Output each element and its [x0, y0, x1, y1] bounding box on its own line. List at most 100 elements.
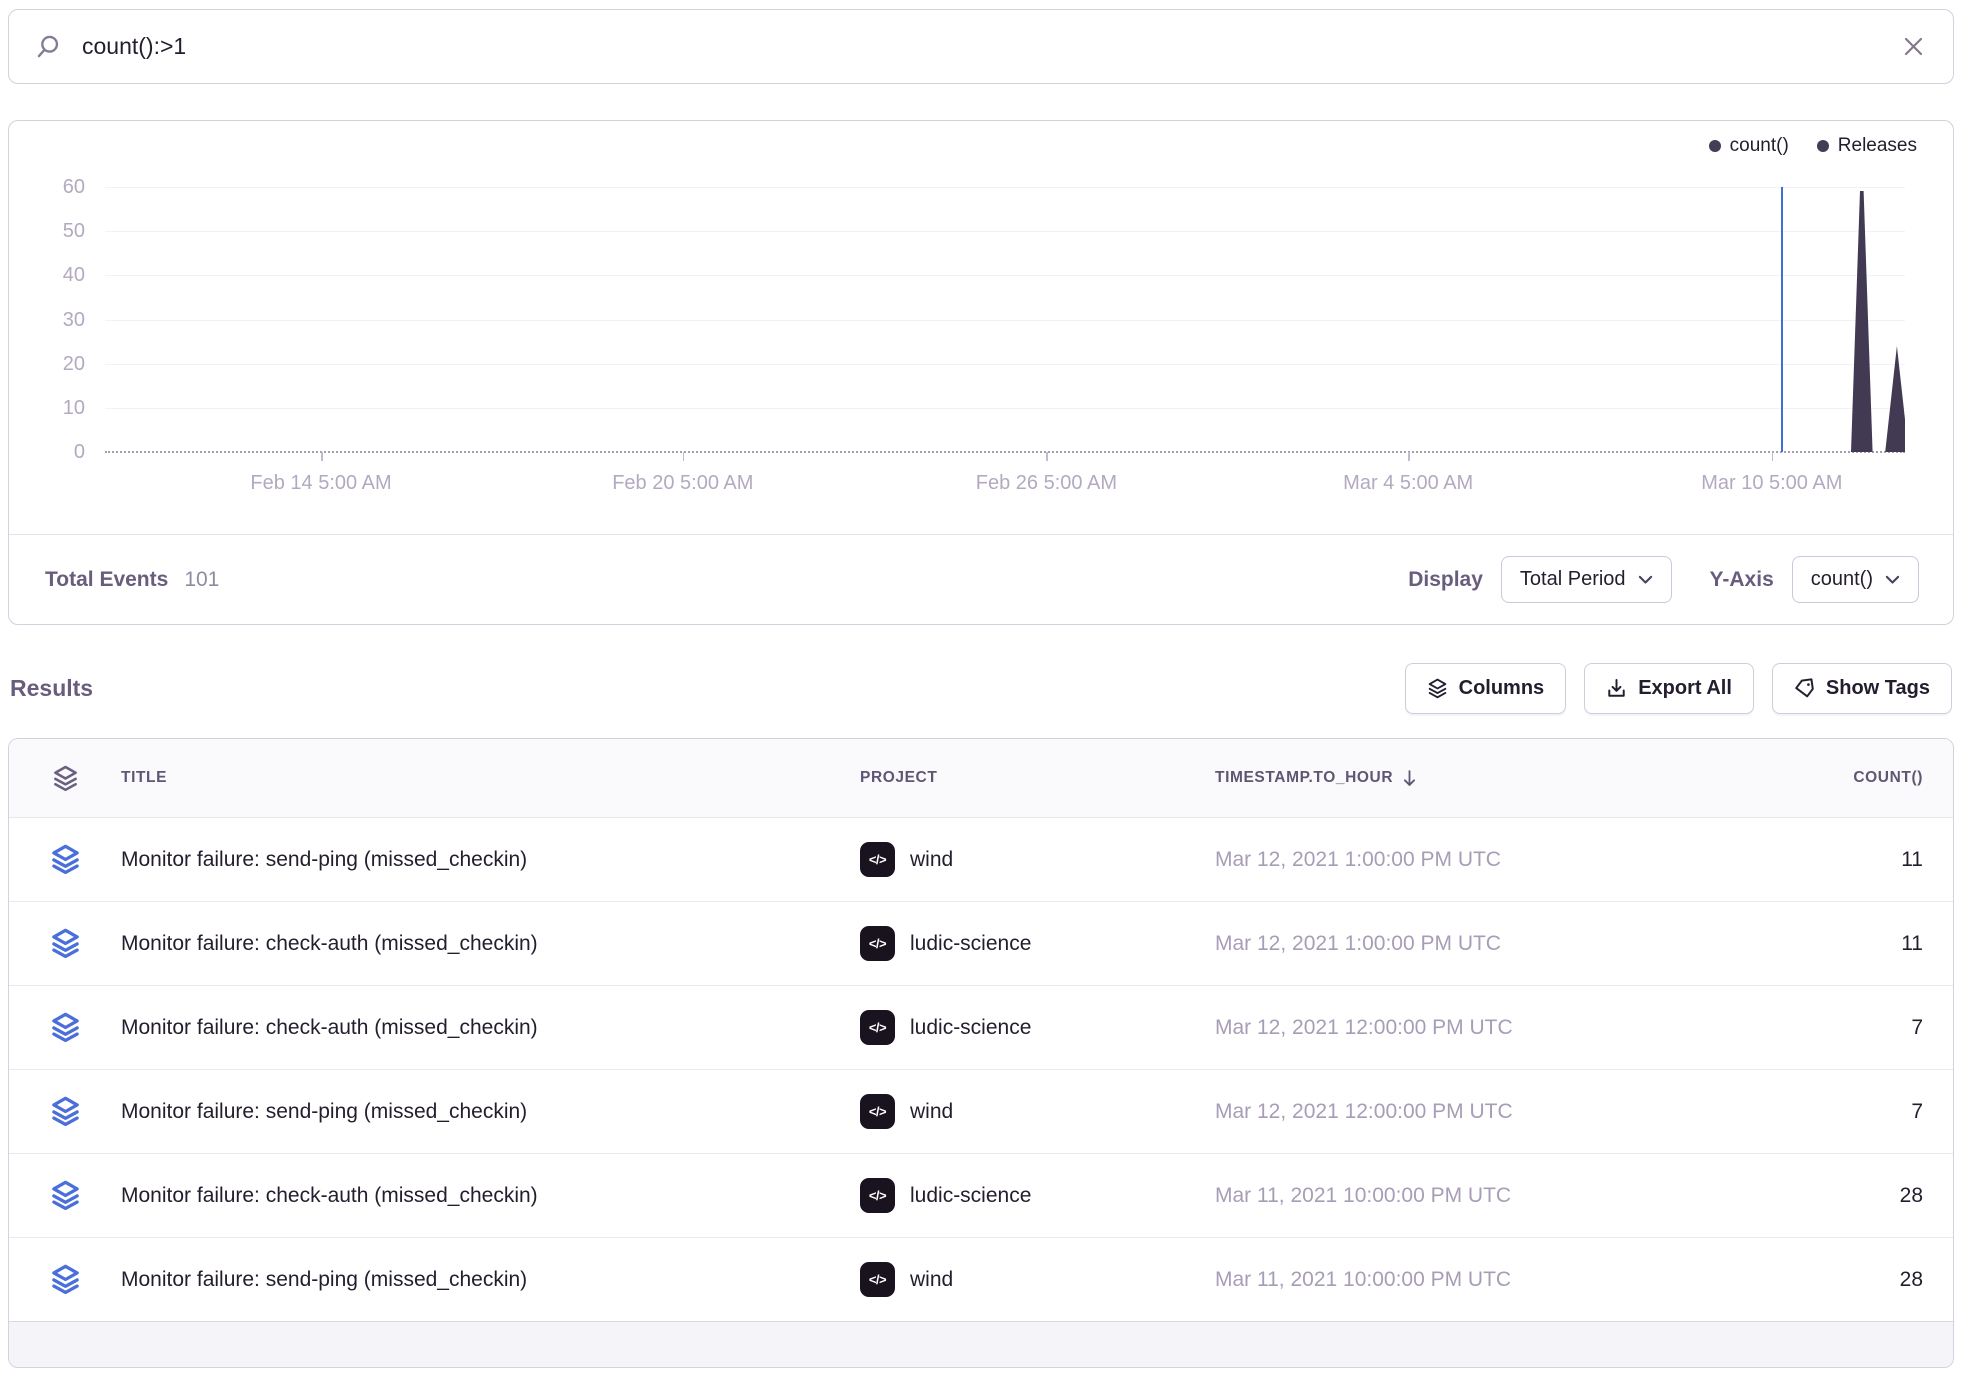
project-platform-icon: </> — [860, 1178, 895, 1213]
stack-icon — [9, 818, 121, 901]
row-count: 11 — [1710, 902, 1953, 985]
columns-button[interactable]: Columns — [1405, 663, 1567, 714]
stack-icon — [9, 1070, 121, 1153]
export-all-button-label: Export All — [1638, 677, 1732, 700]
row-project: </> ludic-science — [860, 1154, 1215, 1237]
count-series-area — [105, 187, 1905, 452]
table-header-row: TITLE PROJECT TIMESTAMP.TO_HOUR COUNT() — [9, 739, 1953, 817]
table-row[interactable]: Monitor failure: send-ping (missed_check… — [9, 1069, 1953, 1153]
results-table: TITLE PROJECT TIMESTAMP.TO_HOUR COUNT() … — [8, 738, 1954, 1368]
chart-footer: Total Events 101 Display Total Period Y-… — [9, 534, 1953, 624]
search-icon — [35, 33, 62, 60]
row-title-link[interactable]: Monitor failure: check-auth (missed_chec… — [121, 986, 860, 1069]
sort-descending-icon — [1402, 770, 1417, 787]
row-project: </> ludic-science — [860, 902, 1215, 985]
table-row[interactable]: Monitor failure: send-ping (missed_check… — [9, 1237, 1953, 1321]
tag-icon — [1794, 678, 1815, 699]
row-timestamp: Mar 12, 2021 12:00:00 PM UTC — [1215, 986, 1710, 1069]
table-row[interactable]: Monitor failure: check-auth (missed_chec… — [9, 1153, 1953, 1237]
release-marker-line[interactable] — [1781, 187, 1784, 452]
y-tick-label: 20 — [33, 354, 85, 374]
export-all-button[interactable]: Export All — [1584, 663, 1754, 714]
y-tick-label: 60 — [33, 177, 85, 197]
row-count: 11 — [1710, 818, 1953, 901]
clear-search-icon[interactable] — [1902, 35, 1925, 58]
display-label: Display — [1408, 568, 1483, 592]
chart-x-axis: Feb 14 5:00 AM Feb 20 5:00 AM Feb 26 5:0… — [105, 452, 1905, 534]
columns-button-label: Columns — [1459, 677, 1545, 700]
header-stack-icon[interactable] — [9, 739, 121, 817]
total-events-value: 101 — [184, 568, 219, 592]
search-input[interactable] — [80, 32, 1884, 61]
row-title-link[interactable]: Monitor failure: send-ping (missed_check… — [121, 1238, 860, 1321]
events-chart-panel: count() Releases 60 50 40 30 20 10 0 — [8, 120, 1954, 625]
row-count: 28 — [1710, 1238, 1953, 1321]
chevron-down-icon — [1885, 575, 1900, 585]
row-project: </> wind — [860, 1238, 1215, 1321]
row-project: </> wind — [860, 818, 1215, 901]
legend-dot-count-icon — [1709, 140, 1721, 152]
legend-label-count: count() — [1730, 135, 1789, 157]
stack-icon — [9, 1238, 121, 1321]
x-tick-label: Feb 20 5:00 AM — [612, 472, 753, 495]
legend-dot-releases-icon — [1817, 140, 1829, 152]
y-tick-label: 0 — [33, 442, 85, 462]
results-header: Results Columns Export All — [10, 663, 1952, 714]
show-tags-button-label: Show Tags — [1826, 677, 1930, 700]
project-platform-icon: </> — [860, 1094, 895, 1129]
show-tags-button[interactable]: Show Tags — [1772, 663, 1952, 714]
x-tick-label: Feb 26 5:00 AM — [976, 472, 1117, 495]
table-row[interactable]: Monitor failure: check-auth (missed_chec… — [9, 985, 1953, 1069]
table-row[interactable]: Monitor failure: send-ping (missed_check… — [9, 817, 1953, 901]
project-platform-icon: </> — [860, 1262, 895, 1297]
row-project: </> wind — [860, 1070, 1215, 1153]
project-platform-icon: </> — [860, 842, 895, 877]
x-tick-label: Mar 10 5:00 AM — [1701, 472, 1842, 495]
x-tick-label: Mar 4 5:00 AM — [1343, 472, 1473, 495]
legend-item-releases[interactable]: Releases — [1817, 135, 1917, 157]
table-row[interactable]: Monitor failure: check-auth (missed_chec… — [9, 901, 1953, 985]
chart-plot-area[interactable]: 60 50 40 30 20 10 0 — [105, 187, 1905, 452]
column-header-project[interactable]: PROJECT — [860, 739, 1215, 817]
stack-icon — [9, 902, 121, 985]
row-timestamp: Mar 11, 2021 10:00:00 PM UTC — [1215, 1154, 1710, 1237]
row-timestamp: Mar 12, 2021 1:00:00 PM UTC — [1215, 818, 1710, 901]
display-dropdown[interactable]: Total Period — [1501, 556, 1672, 603]
x-tick-label: Feb 14 5:00 AM — [250, 472, 391, 495]
yaxis-dropdown[interactable]: count() — [1792, 556, 1919, 603]
row-timestamp: Mar 12, 2021 12:00:00 PM UTC — [1215, 1070, 1710, 1153]
column-header-title[interactable]: TITLE — [121, 739, 860, 817]
row-count: 7 — [1710, 986, 1953, 1069]
y-tick-label: 10 — [33, 398, 85, 418]
row-timestamp: Mar 11, 2021 10:00:00 PM UTC — [1215, 1238, 1710, 1321]
chart-legend: count() Releases — [1709, 135, 1917, 157]
row-title-link[interactable]: Monitor failure: check-auth (missed_chec… — [121, 902, 860, 985]
row-count: 28 — [1710, 1154, 1953, 1237]
legend-item-count[interactable]: count() — [1709, 135, 1789, 157]
project-platform-icon: </> — [860, 1010, 895, 1045]
stack-icon — [1427, 678, 1448, 699]
display-dropdown-value: Total Period — [1520, 568, 1626, 591]
y-tick-label: 50 — [33, 221, 85, 241]
legend-label-releases: Releases — [1838, 135, 1917, 157]
row-timestamp: Mar 12, 2021 1:00:00 PM UTC — [1215, 902, 1710, 985]
row-title-link[interactable]: Monitor failure: send-ping (missed_check… — [121, 1070, 860, 1153]
y-tick-label: 30 — [33, 310, 85, 330]
yaxis-label: Y-Axis — [1710, 568, 1774, 592]
row-title-link[interactable]: Monitor failure: check-auth (missed_chec… — [121, 1154, 860, 1237]
stack-icon — [9, 986, 121, 1069]
project-platform-icon: </> — [860, 926, 895, 961]
stack-icon — [9, 1154, 121, 1237]
column-header-count[interactable]: COUNT() — [1710, 739, 1953, 817]
results-heading: Results — [10, 675, 93, 702]
chevron-down-icon — [1638, 575, 1653, 585]
search-bar[interactable] — [8, 9, 1954, 84]
y-tick-label: 40 — [33, 265, 85, 285]
column-header-timestamp[interactable]: TIMESTAMP.TO_HOUR — [1215, 739, 1710, 817]
yaxis-dropdown-value: count() — [1811, 568, 1873, 591]
row-count: 7 — [1710, 1070, 1953, 1153]
total-events-label: Total Events — [45, 568, 168, 592]
download-icon — [1606, 678, 1627, 699]
row-title-link[interactable]: Monitor failure: send-ping (missed_check… — [121, 818, 860, 901]
table-footer-strip — [9, 1321, 1953, 1367]
